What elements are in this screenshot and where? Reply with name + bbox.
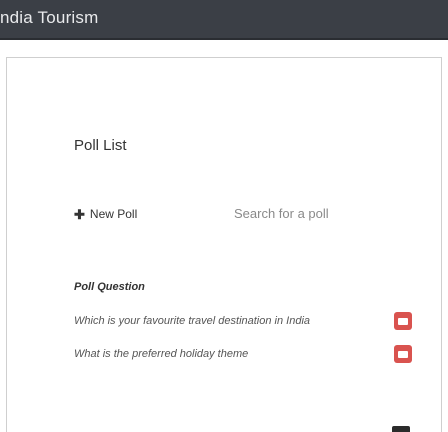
navbar: ndia Tourism (0, 0, 448, 40)
brand-title[interactable]: ndia Tourism (0, 8, 98, 28)
new-poll-button[interactable]: ✚ New Poll (74, 207, 137, 221)
remove-icon (398, 317, 408, 325)
poll-question[interactable]: What is the preferred holiday theme (74, 348, 248, 360)
clipped-row (40, 426, 376, 432)
remove-poll-button[interactable] (394, 345, 412, 363)
table-row: Which is your favourite travel destinati… (74, 312, 412, 334)
page: ndia Tourism Poll List ✚ New Poll Poll Q… (0, 0, 448, 432)
table-row: What is the preferred holiday theme (74, 345, 412, 367)
column-header-poll-question: Poll Question (74, 281, 145, 293)
page-title: Poll List (74, 137, 127, 154)
remove-poll-button[interactable] (394, 312, 412, 330)
remove-icon (398, 350, 408, 358)
poll-question[interactable]: Which is your favourite travel destinati… (74, 315, 310, 327)
clipped-action-button[interactable] (392, 426, 410, 432)
plus-icon: ✚ (74, 206, 85, 222)
new-poll-label: New Poll (89, 207, 138, 221)
search-input[interactable] (234, 200, 384, 226)
poll-list-panel (6, 57, 442, 432)
